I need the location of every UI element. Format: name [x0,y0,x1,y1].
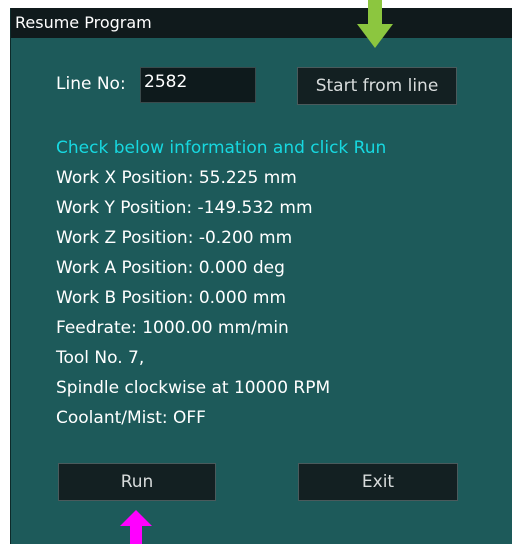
exit-button[interactable]: Exit [298,463,458,501]
info-line: Work B Position: 0.000 mm [56,288,287,308]
info-line: Feedrate: 1000.00 mm/min [56,318,289,338]
dialog-title: Resume Program [11,8,512,38]
line-no-label: Line No: [56,74,126,94]
info-line: Work Y Position: -149.532 mm [56,198,313,218]
info-line: Work Z Position: -0.200 mm [56,228,293,248]
info-line: Coolant/Mist: OFF [56,408,206,428]
line-no-input[interactable]: 2582 [140,67,256,103]
info-line: Spindle clockwise at 10000 RPM [56,378,331,398]
info-line: Tool No. 7, [56,348,145,368]
down-arrow-icon [357,0,393,48]
start-from-line-button[interactable]: Start from line [297,67,457,105]
resume-program-dialog: Resume Program Line No: 2582 Start from … [10,8,512,544]
up-arrow-icon [120,510,152,544]
run-button[interactable]: Run [58,463,216,501]
info-line: Work A Position: 0.000 deg [56,258,285,278]
info-line: Work X Position: 55.225 mm [56,168,297,188]
info-heading: Check below information and click Run [56,138,387,158]
